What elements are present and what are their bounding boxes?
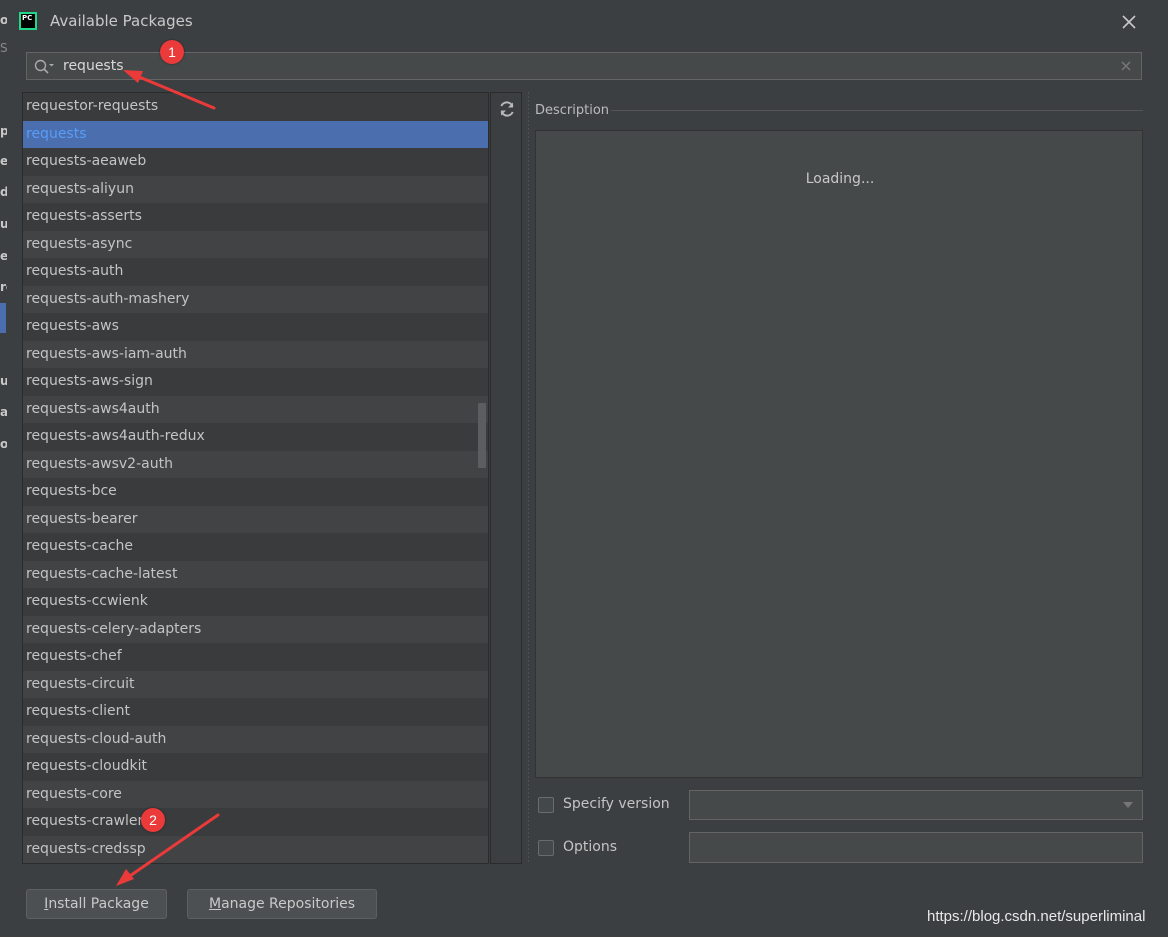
package-list-item[interactable]: requests-aeaweb [22, 148, 489, 176]
annotation-marker: 2 [141, 808, 165, 832]
package-list-item[interactable]: requests-cloudkit [22, 753, 489, 781]
options-input[interactable] [689, 832, 1143, 863]
manage-label: anage Repositories [221, 896, 356, 912]
package-list-item[interactable]: requests-cache-latest [22, 560, 489, 588]
title-bar: PC Available Packages [7, 0, 1168, 42]
package-list-item[interactable]: requests-async [22, 230, 489, 258]
logo-text: PC [21, 14, 35, 28]
package-list-item[interactable]: requests-awsv2-auth [22, 450, 489, 478]
package-list-scrollbar[interactable] [478, 403, 486, 468]
package-list-item[interactable]: requests-aws4auth [22, 395, 489, 423]
search-icon[interactable] [34, 59, 56, 75]
version-select[interactable] [689, 790, 1143, 820]
specify-version-label[interactable]: Specify version [563, 796, 670, 812]
package-list-item[interactable]: requests-crawler [22, 808, 489, 836]
manage-repositories-button[interactable]: Manage Repositories [187, 889, 377, 919]
description-panel: Loading... [535, 130, 1143, 778]
package-list-item[interactable]: requests-asserts [22, 203, 489, 231]
description-divider [611, 110, 1143, 111]
description-label: Description [535, 103, 610, 118]
package-list-item[interactable]: requests-auth [22, 258, 489, 286]
options-label[interactable]: Options [563, 839, 617, 855]
search-field[interactable] [26, 52, 1142, 80]
refresh-icon[interactable] [498, 100, 516, 118]
package-list-item[interactable]: requests-chef [22, 643, 489, 671]
install-package-button[interactable]: Install Package [26, 889, 167, 919]
package-list-item[interactable]: requests-ccwienk [22, 588, 489, 616]
package-list-item[interactable]: requestor-requests [22, 93, 489, 121]
package-list-item[interactable]: requests-aws-iam-auth [22, 340, 489, 368]
loading-text: Loading... [805, 171, 875, 187]
available-packages-dialog: PC Available Packages requestor-requests… [7, 0, 1168, 937]
dialog-title: Available Packages [50, 12, 193, 30]
clear-search-icon[interactable] [1120, 60, 1132, 72]
package-list-item[interactable]: requests-credssp [22, 835, 489, 863]
package-list-item[interactable]: requests [22, 120, 489, 148]
package-list-item[interactable]: requests-auth-mashery [22, 285, 489, 313]
panel-splitter[interactable] [527, 92, 531, 864]
options-checkbox[interactable] [538, 840, 554, 856]
annotation-marker: 1 [160, 40, 184, 64]
package-list-item[interactable]: requests-bce [22, 478, 489, 506]
package-list-item[interactable]: requests-aws-sign [22, 368, 489, 396]
package-list-item[interactable]: requests-circuit [22, 670, 489, 698]
bg-selection [0, 303, 6, 333]
watermark-url: https://blog.csdn.net/superliminal [927, 908, 1146, 925]
search-input[interactable] [63, 56, 1103, 76]
package-list-item[interactable]: requests-aws4auth-redux [22, 423, 489, 451]
list-toolbar [490, 92, 522, 864]
package-list-item[interactable]: requests-celery-adapters [22, 615, 489, 643]
package-list-item[interactable]: requests-core [22, 780, 489, 808]
package-list-item[interactable]: requests-bearer [22, 505, 489, 533]
package-list-item[interactable]: requests-client [22, 698, 489, 726]
package-list-item[interactable]: requests-aliyun [22, 175, 489, 203]
package-list-item[interactable]: requests-cloud-auth [22, 725, 489, 753]
package-list-item[interactable]: requests-aws [22, 313, 489, 341]
package-list-item[interactable]: requests-cache [22, 533, 489, 561]
close-icon [1122, 15, 1136, 29]
close-button[interactable] [1117, 10, 1141, 34]
manage-mnemonic: M [208, 896, 222, 912]
chevron-down-icon [1123, 802, 1133, 808]
install-label: nstall Package [48, 896, 149, 912]
pycharm-logo-icon: PC [19, 12, 37, 30]
package-list[interactable]: requestor-requests requests requests-aeawe… [22, 93, 489, 863]
specify-version-checkbox[interactable] [538, 797, 554, 813]
